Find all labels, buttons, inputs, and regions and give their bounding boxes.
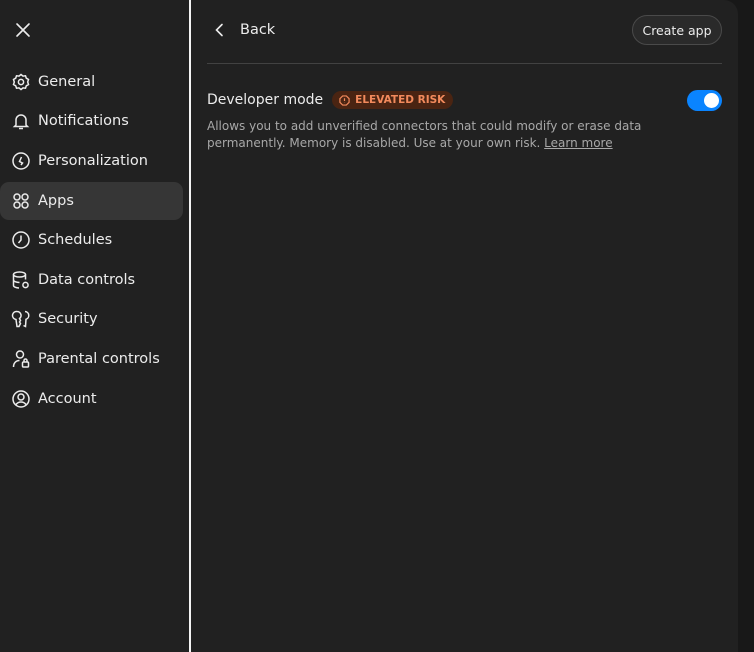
database-gear-icon	[12, 271, 29, 289]
background-window	[738, 0, 754, 652]
sidebar-item-apps[interactable]: Apps	[0, 182, 183, 220]
warning-icon	[339, 94, 350, 106]
clock-icon	[12, 231, 30, 249]
user-circle-icon	[12, 390, 30, 408]
header-divider	[207, 63, 722, 64]
sidebar-item-data-controls[interactable]: Data controls	[0, 261, 183, 299]
developer-mode-toggle[interactable]	[687, 90, 722, 111]
sidebar-item-label: Parental controls	[38, 351, 160, 367]
sidebar-item-label: Security	[38, 311, 98, 327]
sidebar-item-personalization[interactable]: Personalization	[0, 142, 183, 180]
sidebar-item-general[interactable]: General	[0, 63, 183, 101]
developer-mode-label: Developer mode	[207, 92, 324, 108]
sidebar-item-account[interactable]: Account	[0, 380, 183, 418]
sidebar-item-schedules[interactable]: Schedules	[0, 221, 183, 259]
apps-settings-panel: Back Create app Developer mode ELEVATED …	[191, 0, 738, 652]
back-label: Back	[240, 22, 276, 38]
chevron-left-icon	[215, 23, 223, 37]
badge-text: ELEVATED RISK	[355, 94, 446, 106]
bell-icon	[12, 114, 30, 130]
sidebar-item-label: Apps	[38, 193, 74, 209]
developer-mode-row: Developer mode ELEVATED RISK	[207, 91, 454, 109]
key-icon	[11, 310, 30, 328]
create-app-button[interactable]: Create app	[632, 15, 722, 45]
gear-icon	[12, 73, 30, 91]
sidebar-item-parental-controls[interactable]: Parental controls	[0, 340, 183, 378]
user-lock-icon	[12, 350, 30, 368]
sidebar-item-label: Schedules	[38, 232, 113, 248]
learn-more-link[interactable]: Learn more	[544, 136, 612, 150]
sidebar-item-label: Account	[38, 391, 97, 407]
elevated-risk-badge: ELEVATED RISK	[332, 91, 454, 109]
developer-mode-description: Allows you to add unverified connectors …	[207, 118, 647, 151]
sidebar-item-label: Data controls	[38, 272, 136, 288]
sidebar-item-label: Notifications	[38, 113, 129, 129]
back-button[interactable]: Back	[213, 19, 275, 41]
toggle-knob	[704, 93, 719, 108]
close-icon[interactable]	[14, 21, 32, 39]
personalization-icon	[12, 152, 30, 170]
settings-sidebar: General Notifications Personalization Ap…	[0, 0, 189, 652]
sidebar-item-label: Personalization	[38, 153, 148, 169]
sidebar-item-label: General	[38, 74, 96, 90]
sidebar-item-notifications[interactable]: Notifications	[0, 102, 183, 140]
sidebar-item-security[interactable]: Security	[0, 300, 183, 338]
apps-grid-icon	[13, 193, 29, 209]
